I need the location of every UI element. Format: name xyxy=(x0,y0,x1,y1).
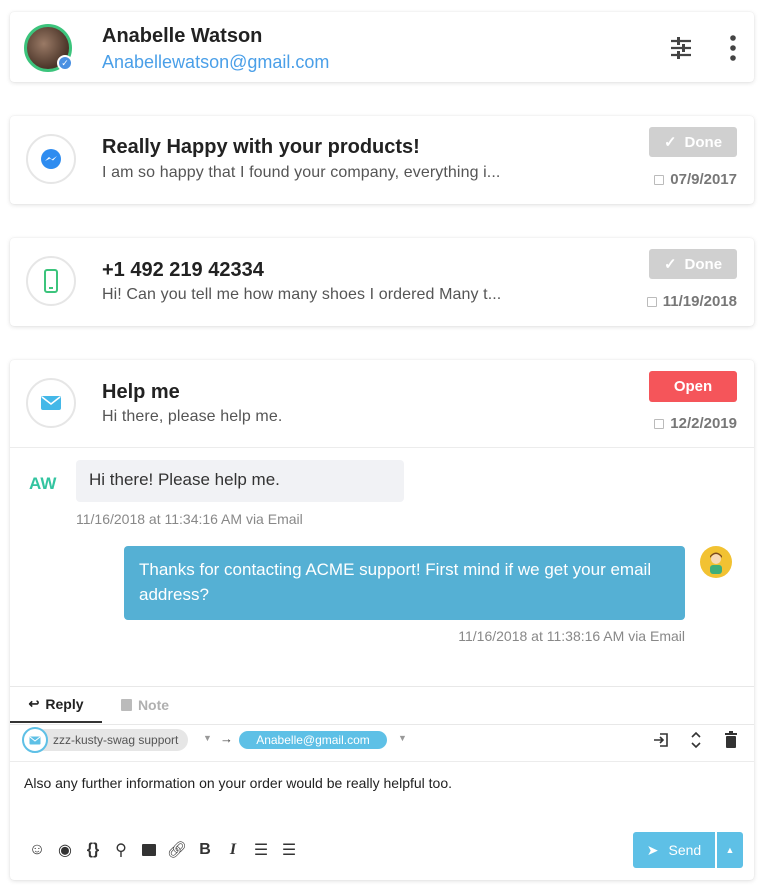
arrow-right-icon: → xyxy=(220,731,233,746)
bullet-list-icon[interactable]: ☰ xyxy=(276,837,302,863)
conversation-preview: Hi there, please help me. xyxy=(102,408,283,425)
chevron-down-icon[interactable]: ▼ xyxy=(203,733,212,743)
conversation-item[interactable]: +1 492 219 42334 Hi! Can you tell me how… xyxy=(10,238,754,326)
send-icon: ➤ xyxy=(646,841,659,858)
recipient-chip[interactable]: Anabelle@gmail.com xyxy=(239,731,387,749)
status-badge[interactable]: Open xyxy=(649,371,737,402)
conversation-date: 11/19/2018 xyxy=(646,293,737,310)
email-icon xyxy=(22,727,48,753)
conversation-preview: I am so happy that I found your company,… xyxy=(102,164,501,181)
composer: ↩ Reply Note zzz-kusty-swag support ▼ → A… xyxy=(10,686,754,880)
incoming-message: Hi there! Please help me. xyxy=(76,460,404,502)
more-icon[interactable] xyxy=(728,34,738,62)
outgoing-message: Thanks for contacting ACME support! Firs… xyxy=(124,546,685,620)
phone-icon xyxy=(26,256,76,306)
reply-body[interactable]: Also any further information on your ord… xyxy=(24,775,724,791)
conversation-title: Help me xyxy=(102,381,180,403)
conversation-item[interactable]: Help me Hi there, please help me. Open 1… xyxy=(10,360,754,448)
code-braces-icon[interactable]: {} xyxy=(80,837,106,863)
message-timestamp: 11/16/2018 at 11:38:16 AM via Email xyxy=(458,628,685,644)
emoji-icon[interactable]: ☺ xyxy=(24,837,50,863)
reply-icon: ↩ xyxy=(28,696,40,711)
conversation-title: Really Happy with your products! xyxy=(102,136,420,158)
image-icon[interactable] xyxy=(136,837,162,863)
contact-email[interactable]: Anabellewatson@gmail.com xyxy=(102,52,329,73)
conversation-item[interactable]: Really Happy with your products! I am so… xyxy=(10,116,754,204)
conversation-date: 12/2/2019 xyxy=(654,415,737,432)
messenger-icon xyxy=(26,134,76,184)
customer-initials: AW xyxy=(29,474,57,493)
conversation-preview: Hi! Can you tell me how many shoes I ord… xyxy=(102,286,502,303)
canned-response-icon[interactable]: ◉ xyxy=(52,837,78,863)
email-icon xyxy=(26,378,76,428)
calendar-icon xyxy=(654,418,665,429)
composer-divider xyxy=(10,761,754,762)
bold-icon[interactable]: B xyxy=(192,837,218,863)
status-badge[interactable]: ✓ Done xyxy=(649,249,737,279)
chevron-up-icon: ▲ xyxy=(725,845,735,855)
trash-icon[interactable] xyxy=(724,731,738,754)
composer-divider xyxy=(10,724,754,725)
note-icon xyxy=(120,699,132,711)
expand-icon[interactable] xyxy=(689,731,703,754)
formatting-toolbar: ☺ ◉ {} ⚲ 🔗︎ B I ☰ ☰ xyxy=(24,837,302,863)
filter-icon[interactable] xyxy=(668,36,694,60)
conversation-expanded: Help me Hi there, please help me. Open 1… xyxy=(10,360,754,880)
send-options-button[interactable]: ▲ xyxy=(717,832,743,868)
message-timestamp: 11/16/2018 at 11:34:16 AM via Email xyxy=(76,511,303,527)
move-icon[interactable] xyxy=(652,731,670,754)
tab-reply[interactable]: ↩ Reply xyxy=(10,687,102,723)
avatar[interactable]: ✓ xyxy=(24,24,73,72)
status-badge[interactable]: ✓ Done xyxy=(649,127,737,157)
contact-header: ✓ Anabelle Watson Anabellewatson@gmail.c… xyxy=(10,12,754,82)
conversation-title: +1 492 219 42334 xyxy=(102,259,264,281)
italic-icon[interactable]: I xyxy=(220,837,246,863)
attachment-icon[interactable]: ⚲ xyxy=(108,837,134,863)
send-button[interactable]: ➤ Send xyxy=(633,832,715,868)
calendar-icon xyxy=(646,296,657,307)
chevron-down-icon[interactable]: ▼ xyxy=(398,733,407,743)
contact-name: Anabelle Watson xyxy=(102,25,263,47)
link-icon[interactable]: 🔗︎ xyxy=(164,837,190,863)
conversation-date: 07/9/2017 xyxy=(654,171,737,188)
check-icon: ✓ xyxy=(663,134,677,151)
check-icon: ✓ xyxy=(663,256,677,273)
agent-avatar xyxy=(700,546,732,578)
ordered-list-icon[interactable]: ☰ xyxy=(248,837,274,863)
verified-icon: ✓ xyxy=(57,55,73,71)
calendar-icon xyxy=(654,174,665,185)
sender-chip[interactable]: zzz-kusty-swag support xyxy=(22,727,189,753)
tab-note[interactable]: Note xyxy=(110,687,180,723)
